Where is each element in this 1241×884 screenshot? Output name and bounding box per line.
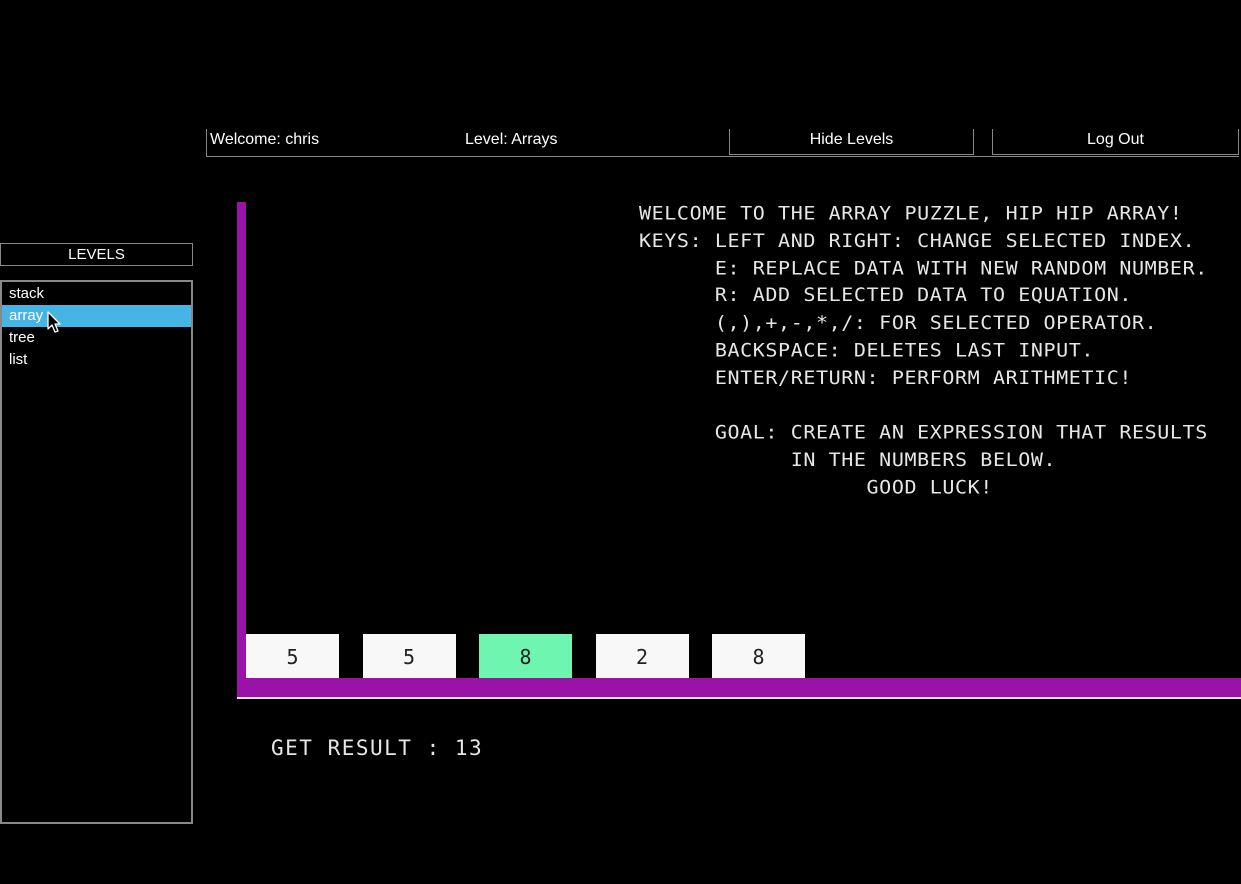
level-item-tree[interactable]: tree [2, 327, 191, 349]
instruction-line: E: REPLACE DATA WITH NEW RANDOM NUMBER. [639, 256, 1208, 279]
levels-list[interactable]: stack array tree list [0, 280, 193, 824]
levels-title: LEVELS [0, 243, 193, 266]
array-cell[interactable]: 5 [362, 634, 456, 678]
logout-button[interactable]: Log Out [992, 129, 1239, 155]
instruction-line: KEYS: LEFT AND RIGHT: CHANGE SELECTED IN… [639, 229, 1196, 252]
app-root: Welcome: chris Level: Arrays Hide Levels… [0, 0, 1241, 884]
instruction-line: (,),+,-,*,/: FOR SELECTED OPERATOR. [639, 311, 1158, 334]
instruction-line [639, 392, 1208, 419]
current-level-text: Level: Arrays [465, 131, 558, 148]
instructions-text: WELCOME TO THE ARRAY PUZZLE, HIP HIP ARR… [639, 200, 1208, 502]
instruction-line: IN THE NUMBERS BELOW. [639, 448, 1057, 471]
welcome-text: Welcome: chris [210, 131, 320, 148]
instruction-line: R: ADD SELECTED DATA TO EQUATION. [639, 284, 1132, 307]
array-cell[interactable]: 2 [595, 634, 689, 678]
result-text: GET RESULT : 13 [271, 736, 484, 760]
top-bar: Welcome: chris Level: Arrays Hide Levels… [206, 129, 1239, 157]
level-item-array[interactable]: array [2, 305, 191, 327]
mouse-cursor-icon [47, 311, 61, 333]
instruction-line: GOOD LUCK! [639, 475, 993, 499]
array-cell[interactable]: 8 [712, 634, 805, 678]
level-item-stack[interactable]: stack [2, 283, 191, 305]
left-wall [237, 202, 246, 680]
instruction-line: BACKSPACE: DELETES LAST INPUT. [639, 338, 1095, 361]
instruction-line: GOAL: CREATE AN EXPRESSION THAT RESULTS [639, 421, 1208, 444]
level-item-list[interactable]: list [2, 349, 191, 371]
array-cell[interactable]: 8 [479, 634, 572, 678]
floor-line [237, 697, 1241, 699]
array-cell[interactable]: 5 [246, 634, 339, 678]
floor [237, 678, 1241, 697]
game-canvas[interactable]: WELCOME TO THE ARRAY PUZZLE, HIP HIP ARR… [237, 200, 1241, 700]
instruction-line: ENTER/RETURN: PERFORM ARITHMETIC! [639, 366, 1132, 389]
instruction-line: WELCOME TO THE ARRAY PUZZLE, HIP HIP ARR… [639, 201, 1183, 224]
hide-levels-button[interactable]: Hide Levels [729, 129, 974, 155]
